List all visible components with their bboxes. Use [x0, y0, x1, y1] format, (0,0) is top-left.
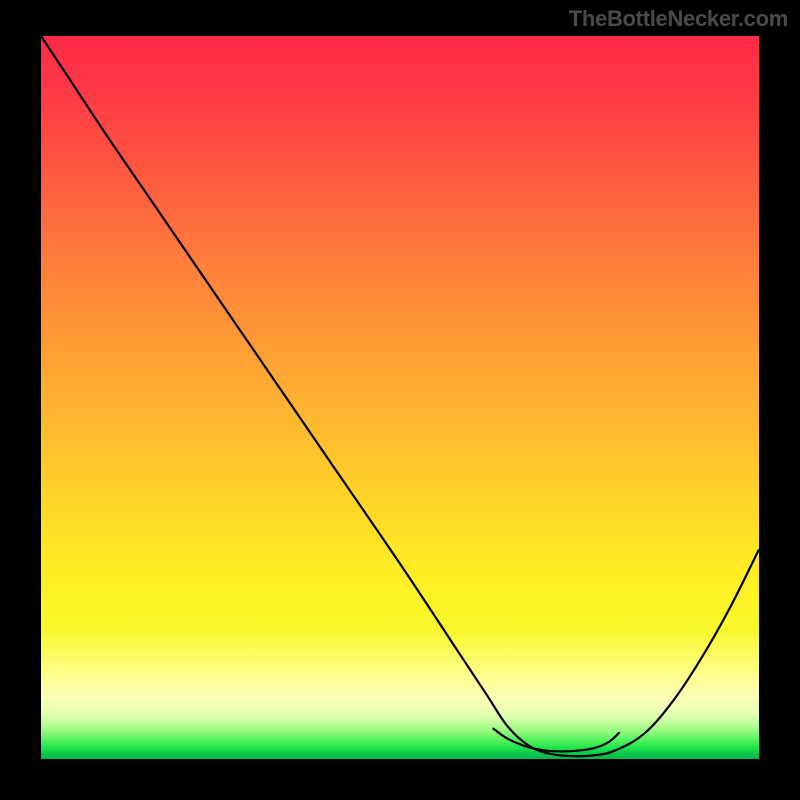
chart-area: [41, 36, 759, 759]
brand-watermark: TheBottleNecker.com: [569, 6, 788, 32]
curve-plot: [41, 36, 759, 759]
bottleneck-curve: [41, 36, 759, 756]
